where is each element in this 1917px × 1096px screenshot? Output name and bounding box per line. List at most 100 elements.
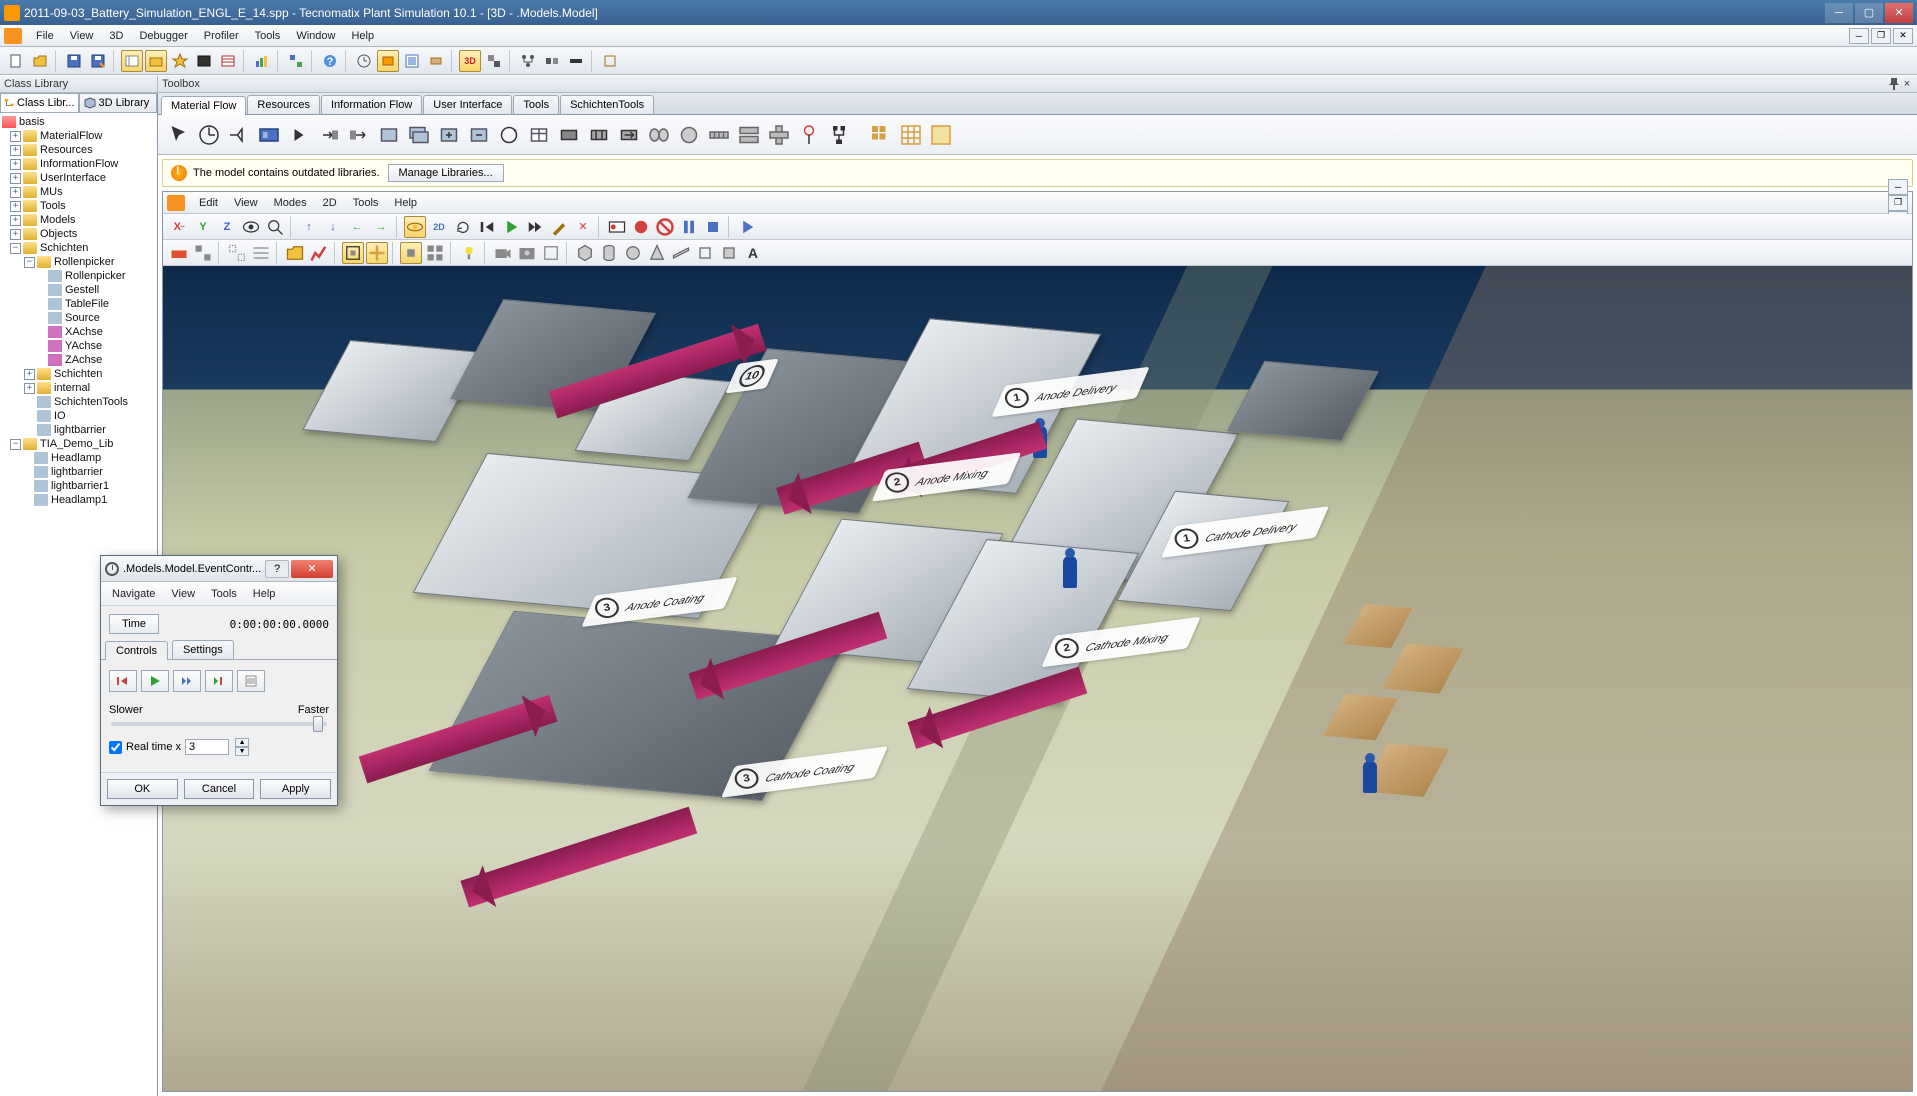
tree-item[interactable]: Headlamp	[2, 451, 157, 465]
expand-icon[interactable]: +	[10, 187, 21, 198]
line-tool[interactable]	[646, 122, 672, 148]
grid-3-tool[interactable]	[928, 122, 954, 148]
tab-3d-library[interactable]: 3D Library	[79, 93, 158, 112]
3d-menu-edit[interactable]: Edit	[191, 195, 226, 211]
spin-down[interactable]: ▼	[235, 747, 249, 756]
expand-icon[interactable]: +	[10, 131, 21, 142]
tree-folder[interactable]: +Tools	[2, 199, 157, 213]
hierarchy-button[interactable]	[517, 50, 539, 72]
close-button[interactable]: ✕	[1885, 3, 1913, 23]
snap-button[interactable]	[226, 242, 248, 264]
multi-button[interactable]	[424, 242, 446, 264]
tree-item[interactable]: XAchse	[2, 325, 157, 339]
dismantle-tool[interactable]	[466, 122, 492, 148]
axis-y-button[interactable]: Y	[192, 216, 214, 238]
sorter-tool[interactable]	[616, 122, 642, 148]
axis-x-button[interactable]: X⎯	[168, 216, 190, 238]
fast-forward-button[interactable]	[524, 216, 546, 238]
interface-tool[interactable]	[286, 122, 312, 148]
pointer-tool[interactable]	[166, 122, 192, 148]
tab-information-flow[interactable]: Information Flow	[321, 95, 422, 114]
mdi-minimize-button[interactable]: ─	[1849, 28, 1869, 44]
tree-item[interactable]: lightbarrier	[2, 465, 157, 479]
source-tool[interactable]	[316, 122, 342, 148]
menu-debugger[interactable]: Debugger	[131, 28, 195, 44]
tree-rollenpicker[interactable]: −Rollenpicker	[2, 255, 157, 269]
expand-icon[interactable]: +	[10, 159, 21, 170]
anim-settings-button[interactable]	[599, 50, 621, 72]
tree-demo-lib[interactable]: −TIA_Demo_Lib	[2, 437, 157, 451]
data-button[interactable]	[217, 50, 239, 72]
tab-class-library[interactable]: Class Libr...	[0, 93, 79, 112]
3d-menu-modes[interactable]: Modes	[266, 195, 315, 211]
3d-mdi-minimize[interactable]: ─	[1888, 179, 1908, 195]
transfer-station-tool[interactable]	[766, 122, 792, 148]
expand-icon[interactable]: +	[10, 201, 21, 212]
tree-item[interactable]: YAchse	[2, 339, 157, 353]
tree-root[interactable]: basis	[2, 115, 157, 129]
left-button[interactable]: ←	[346, 216, 368, 238]
text-3d-button[interactable]: A	[742, 242, 764, 264]
new-button[interactable]	[5, 50, 27, 72]
collapse-icon[interactable]: −	[24, 257, 35, 268]
extrude-button[interactable]	[694, 242, 716, 264]
expand-icon[interactable]: +	[10, 145, 21, 156]
grid-1-tool[interactable]	[868, 122, 894, 148]
scene-button[interactable]	[168, 242, 190, 264]
flow-tool[interactable]	[826, 122, 852, 148]
manage-libraries-button[interactable]: Manage Libraries...	[388, 164, 504, 182]
dialog-titlebar[interactable]: .Models.Model.EventContr... ? ✕	[101, 556, 337, 582]
list-button[interactable]	[237, 670, 265, 692]
toolbox-close-icon[interactable]: ×	[1901, 78, 1913, 90]
menu-window[interactable]: Window	[288, 28, 343, 44]
mu-button[interactable]	[425, 50, 447, 72]
tab-schichtentools[interactable]: SchichtenTools	[560, 95, 654, 114]
switch-view-button[interactable]	[483, 50, 505, 72]
chart-button[interactable]	[251, 50, 273, 72]
menu-3d[interactable]: 3D	[101, 28, 131, 44]
realtime-checkbox[interactable]	[109, 741, 122, 754]
cube-button[interactable]	[574, 242, 596, 264]
expand-icon[interactable]: +	[24, 369, 35, 380]
drain-tool[interactable]	[346, 122, 372, 148]
clip-button[interactable]	[540, 242, 562, 264]
tab-settings[interactable]: Settings	[172, 640, 234, 659]
favorites-button[interactable]	[169, 50, 191, 72]
frame-tool[interactable]	[256, 122, 282, 148]
collapse-icon[interactable]: −	[10, 243, 21, 254]
toolbox-button[interactable]	[145, 50, 167, 72]
menu-profiler[interactable]: Profiler	[196, 28, 247, 44]
expand-icon[interactable]: +	[24, 383, 35, 394]
open-sub-button[interactable]	[284, 242, 306, 264]
speed-slider[interactable]	[111, 722, 327, 726]
connector-tool[interactable]	[226, 122, 252, 148]
tab-tools[interactable]: Tools	[513, 95, 559, 114]
assembly-tool[interactable]	[436, 122, 462, 148]
expand-icon[interactable]: +	[10, 229, 21, 240]
camera-button[interactable]	[492, 242, 514, 264]
down-button[interactable]: ↓	[322, 216, 344, 238]
path-button[interactable]	[718, 242, 740, 264]
stop-button[interactable]	[702, 216, 724, 238]
tree-item[interactable]: Headlamp1	[2, 493, 157, 507]
minimize-button[interactable]: ─	[1825, 3, 1853, 23]
tree-folder[interactable]: +InformationFlow	[2, 157, 157, 171]
step-button[interactable]	[173, 670, 201, 692]
eye-button[interactable]	[240, 216, 262, 238]
animate-button[interactable]	[377, 50, 399, 72]
cycle-tool[interactable]	[496, 122, 522, 148]
stop2-button[interactable]	[654, 216, 676, 238]
orbit-button[interactable]	[404, 216, 426, 238]
move-button[interactable]	[366, 242, 388, 264]
right-button[interactable]: →	[370, 216, 392, 238]
plane-button[interactable]	[670, 242, 692, 264]
cone-button[interactable]	[646, 242, 668, 264]
spin-up[interactable]: ▲	[235, 738, 249, 747]
turntable-tool[interactable]	[676, 122, 702, 148]
save-button[interactable]	[63, 50, 85, 72]
tree-folder[interactable]: +Models	[2, 213, 157, 227]
mode-3d-button[interactable]: 3D	[459, 50, 481, 72]
store-tool[interactable]	[526, 122, 552, 148]
slider-thumb[interactable]	[313, 716, 323, 732]
expand-icon[interactable]: +	[10, 215, 21, 226]
